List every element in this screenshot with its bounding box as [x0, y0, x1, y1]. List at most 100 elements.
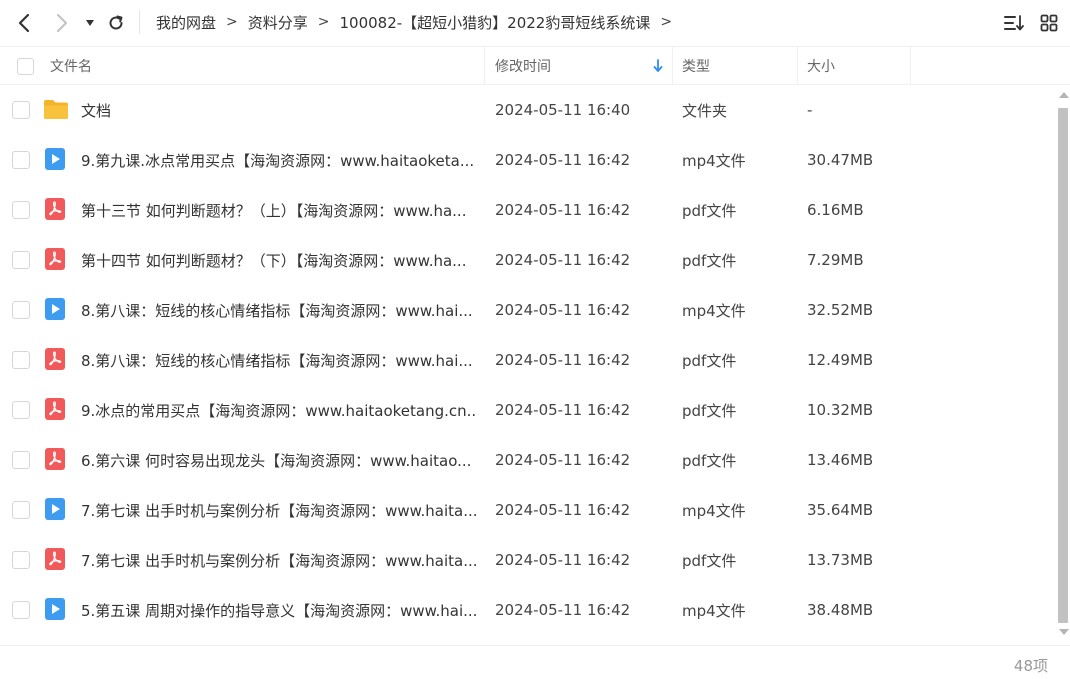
file-modified-time: 2024-05-11 16:42: [495, 351, 631, 369]
scroll-down-arrow-icon[interactable]: [1059, 629, 1069, 635]
column-header-type[interactable]: 类型: [682, 47, 710, 85]
row-checkbox[interactable]: [12, 101, 30, 119]
row-checkbox[interactable]: [12, 201, 30, 219]
file-row[interactable]: 9.冰点的常用买点【海淘资源网：www.haitaoketang.cn... 20…: [0, 385, 1056, 435]
file-size: 30.47MB: [807, 151, 874, 169]
file-type: pdf文件: [682, 451, 737, 470]
breadcrumb-separator: >: [317, 14, 330, 30]
file-name[interactable]: 8.第八课：短线的核心情绪指标【海淘资源网：www.hai...: [81, 285, 476, 335]
breadcrumb-item-current-folder[interactable]: 100082-【超短小猎豹】2022豹哥短线系统课: [340, 12, 651, 33]
file-size: 32.52MB: [807, 301, 874, 319]
file-type: pdf文件: [682, 401, 737, 420]
item-count: 48项: [1013, 657, 1048, 675]
vertical-scrollbar[interactable]: [1056, 88, 1070, 641]
row-checkbox[interactable]: [12, 251, 30, 269]
scrollbar-thumb[interactable]: [1058, 108, 1068, 623]
file-type: mp4文件: [682, 301, 746, 320]
file-row[interactable]: 7.第七课 出手时机与案例分析【海淘资源网：www.haita... 2024-0…: [0, 485, 1056, 535]
file-name[interactable]: 第十四节 如何判断题材？（下）【海淘资源网：www.ha...: [81, 235, 476, 285]
row-checkbox[interactable]: [12, 401, 30, 419]
file-type: mp4文件: [682, 151, 746, 170]
file-modified-time: 2024-05-11 16:42: [495, 451, 631, 469]
row-checkbox[interactable]: [12, 551, 30, 569]
file-name[interactable]: 9.冰点的常用买点【海淘资源网：www.haitaoketang.cn...: [81, 385, 476, 435]
sort-descending-icon: [653, 59, 663, 72]
file-type: mp4文件: [682, 501, 746, 520]
video-file-icon: [43, 497, 67, 521]
column-header-size[interactable]: 大小: [807, 47, 835, 85]
file-row[interactable]: 7.第七课 出手时机与案例分析【海淘资源网：www.haita... 2024-0…: [0, 535, 1056, 585]
file-type: pdf文件: [682, 201, 737, 220]
row-checkbox[interactable]: [12, 351, 30, 369]
breadcrumb-separator: >: [226, 14, 238, 30]
file-size: -: [807, 101, 813, 119]
file-name[interactable]: 第十三节 如何判断题材？（上）【海淘资源网：www.ha...: [81, 185, 476, 235]
column-divider[interactable]: [672, 47, 673, 85]
select-all-checkbox[interactable]: [17, 58, 34, 75]
video-file-icon: [43, 147, 67, 171]
breadcrumb-item-shared[interactable]: 资料分享: [248, 12, 308, 33]
breadcrumb-item-my-drive[interactable]: 我的网盘: [156, 12, 216, 33]
file-name[interactable]: 5.第五课 周期对操作的指导意义【海淘资源网：www.hai...: [81, 585, 476, 635]
breadcrumb-separator[interactable]: >: [660, 14, 672, 30]
back-button[interactable]: [10, 9, 38, 37]
folder-icon: [43, 97, 68, 121]
grid-view-icon: [1040, 14, 1058, 32]
refresh-icon: [109, 15, 123, 30]
scroll-up-arrow-icon[interactable]: [1059, 92, 1069, 98]
row-checkbox[interactable]: [12, 451, 30, 469]
file-name[interactable]: 7.第七课 出手时机与案例分析【海淘资源网：www.haita...: [81, 535, 476, 585]
file-modified-time: 2024-05-11 16:40: [495, 101, 631, 119]
toolbar-divider: [139, 10, 140, 34]
file-row[interactable]: 5.第五课 周期对操作的指导意义【海淘资源网：www.hai... 2024-05…: [0, 585, 1056, 635]
file-row[interactable]: 8.第八课：短线的核心情绪指标【海淘资源网：www.hai... 2024-05-…: [0, 285, 1056, 335]
file-name[interactable]: 文档: [81, 85, 476, 135]
sort-options-button[interactable]: [1002, 11, 1026, 35]
file-name[interactable]: 9.第九课.冰点常用买点【海淘资源网：www.haitaoketa...: [81, 135, 476, 185]
file-size: 13.46MB: [807, 451, 874, 469]
file-modified-time: 2024-05-11 16:42: [495, 251, 631, 269]
video-file-icon: [43, 297, 67, 321]
file-size: 6.16MB: [807, 201, 864, 219]
chevron-right-icon: [56, 13, 68, 33]
file-name[interactable]: 6.第六课 何时容易出现龙头【海淘资源网：www.haitao...: [81, 435, 476, 485]
row-checkbox[interactable]: [12, 601, 30, 619]
file-row[interactable]: 第十三节 如何判断题材？（上）【海淘资源网：www.ha... 2024-05-1…: [0, 185, 1056, 235]
history-dropdown-button[interactable]: [80, 9, 100, 37]
file-row[interactable]: 9.第九课.冰点常用买点【海淘资源网：www.haitaoketa... 2024…: [0, 135, 1056, 185]
column-divider[interactable]: [910, 47, 911, 85]
refresh-button[interactable]: [102, 9, 130, 37]
row-checkbox[interactable]: [12, 501, 30, 519]
file-type: pdf文件: [682, 251, 737, 270]
file-size: 38.48MB: [807, 601, 874, 619]
video-file-icon: [43, 597, 67, 621]
file-size: 7.29MB: [807, 251, 864, 269]
file-modified-time: 2024-05-11 16:42: [495, 201, 631, 219]
file-modified-time: 2024-05-11 16:42: [495, 151, 631, 169]
chevron-left-icon: [18, 13, 30, 33]
column-divider[interactable]: [797, 47, 798, 85]
file-modified-time: 2024-05-11 16:42: [495, 401, 631, 419]
breadcrumb: 我的网盘 > 资料分享 > 100082-【超短小猎豹】2022豹哥短线系统课 …: [156, 0, 682, 44]
column-header-name[interactable]: 文件名: [50, 47, 92, 85]
row-checkbox[interactable]: [12, 151, 30, 169]
file-row[interactable]: 6.第六课 何时容易出现龙头【海淘资源网：www.haitao... 2024-0…: [0, 435, 1056, 485]
row-checkbox[interactable]: [12, 301, 30, 319]
pdf-file-icon: [43, 547, 67, 571]
file-type: 文件夹: [682, 101, 728, 120]
sort-list-icon: [1004, 15, 1024, 31]
status-bar: 48项: [0, 645, 1070, 679]
forward-button[interactable]: [48, 9, 76, 37]
file-row[interactable]: 第十四节 如何判断题材？（下）【海淘资源网：www.ha... 2024-05-1…: [0, 235, 1056, 285]
file-row[interactable]: 文档 2024-05-11 16:40 文件夹 -: [0, 85, 1056, 135]
file-modified-time: 2024-05-11 16:42: [495, 551, 631, 569]
column-divider[interactable]: [484, 47, 485, 85]
file-modified-time: 2024-05-11 16:42: [495, 501, 631, 519]
file-size: 12.49MB: [807, 351, 874, 369]
file-name[interactable]: 8.第八课：短线的核心情绪指标【海淘资源网：www.hai...: [81, 335, 476, 385]
grid-view-button[interactable]: [1037, 11, 1061, 35]
file-name[interactable]: 7.第七课 出手时机与案例分析【海淘资源网：www.haita...: [81, 485, 476, 535]
column-header-modified-time[interactable]: 修改时间: [495, 47, 551, 85]
file-size: 13.73MB: [807, 551, 874, 569]
file-row[interactable]: 8.第八课：短线的核心情绪指标【海淘资源网：www.hai... 2024-05-…: [0, 335, 1056, 385]
